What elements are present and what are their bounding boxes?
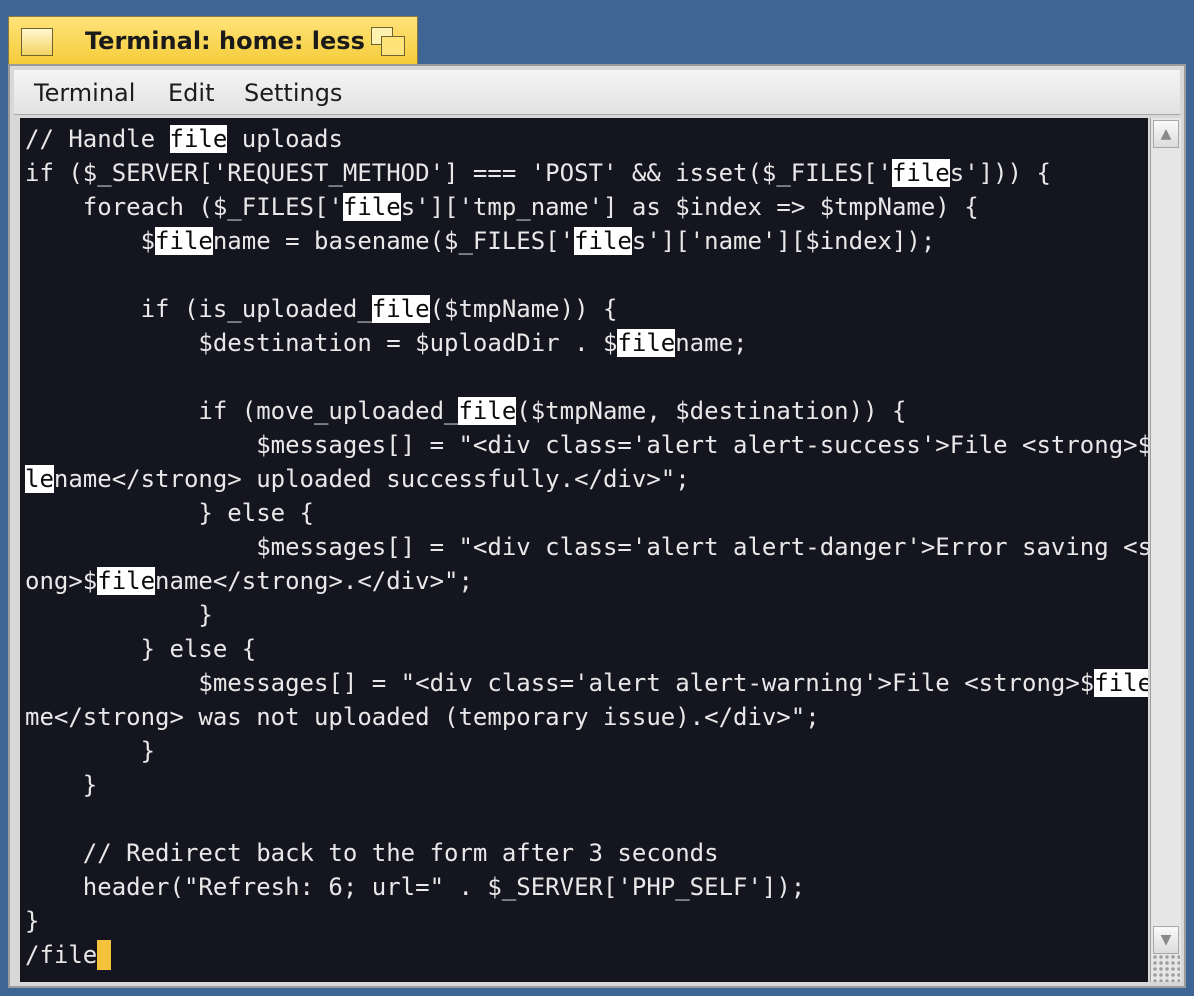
terminal-line: lename</strong> uploaded successfully.</…	[25, 462, 690, 496]
terminal-text: header("Refresh: 6; url=" . $_SERVER['PH…	[25, 873, 806, 901]
terminal-text: if ($_SERVER['REQUEST_METHOD'] === 'POST…	[25, 159, 892, 187]
terminal-text: } else {	[25, 499, 314, 527]
search-match-highlight: file	[155, 227, 213, 255]
terminal-line: me</strong> was not uploaded (temporary …	[25, 700, 820, 734]
zoom-box-icon[interactable]	[371, 27, 407, 57]
terminal-line: } else {	[25, 632, 257, 666]
terminal-line: // Redirect back to the form after 3 sec…	[25, 836, 719, 870]
terminal-text: $messages[] = "<div class='alert alert-s…	[25, 431, 1148, 459]
terminal-text: // Redirect back to the form after 3 sec…	[25, 839, 719, 867]
search-match-highlight: file	[97, 567, 156, 595]
terminal-text: // Handle	[25, 125, 170, 153]
search-prompt: /file	[25, 941, 98, 969]
search-match-highlight: file	[617, 329, 676, 357]
menu-edit[interactable]: Edit	[168, 79, 214, 107]
terminal-line: }	[25, 768, 97, 802]
vertical-scrollbar[interactable]: ▲ ▼	[1150, 118, 1181, 982]
terminal-line: $messages[] = "<div class='alert alert-d…	[25, 530, 1148, 564]
menu-settings[interactable]: Settings	[244, 79, 342, 107]
terminal-text: }	[25, 907, 40, 935]
menu-terminal[interactable]: Terminal	[34, 79, 135, 107]
terminal-text: $	[25, 227, 156, 255]
terminal-text: s'])) {	[949, 159, 1051, 187]
scroll-up-arrow-icon[interactable]: ▲	[1153, 120, 1179, 148]
terminal-line: $destination = $uploadDir . $filename;	[25, 326, 747, 360]
search-match-highlight: file	[1094, 669, 1148, 697]
terminal-text: }	[25, 771, 98, 799]
terminal-line: $filename = basename($_FILES['files']['n…	[25, 224, 935, 258]
terminal-text: name = basename($_FILES['	[212, 227, 575, 255]
terminal-line: header("Refresh: 6; url=" . $_SERVER['PH…	[25, 870, 805, 904]
terminal-line: if (is_uploaded_file($tmpName)) {	[25, 292, 617, 326]
terminal-text: ong>$	[25, 567, 98, 595]
terminal-text: if (move_uploaded_	[25, 397, 459, 425]
window-tab[interactable]: Terminal: home: less	[8, 16, 418, 64]
terminal-line: foreach ($_FILES['files']['tmp_name'] as…	[25, 190, 979, 224]
terminal-text: uploads	[227, 125, 343, 153]
menu-bar: Terminal Edit Settings	[14, 70, 1180, 115]
terminal-line: }	[25, 734, 155, 768]
terminal-line: // Handle file uploads	[25, 122, 343, 156]
terminal-line: $messages[] = "<div class='alert alert-w…	[25, 666, 1148, 700]
resize-grip-icon[interactable]	[1152, 954, 1180, 982]
terminal-text: ($tmpName, $destination)) {	[516, 397, 907, 425]
terminal-text: ($tmpName)) {	[429, 295, 618, 323]
search-prompt-line[interactable]: /file	[25, 938, 112, 972]
terminal-text: $messages[] = "<div class='alert alert-d…	[25, 533, 1148, 561]
terminal-line: $messages[] = "<div class='alert alert-s…	[25, 428, 1148, 462]
terminal-text: }	[25, 737, 156, 765]
terminal-text: $messages[] = "<div class='alert alert-w…	[25, 669, 1095, 697]
terminal-output[interactable]: // Handle file uploads if ($_SERVER['REQU…	[20, 118, 1148, 982]
terminal-window: Terminal Edit Settings // Handle file up…	[8, 64, 1186, 988]
search-match-highlight: file	[342, 193, 401, 221]
terminal-line: if (move_uploaded_file($tmpName, $destin…	[25, 394, 906, 428]
terminal-text: } else {	[25, 635, 257, 663]
terminal-line: } else {	[25, 496, 314, 530]
terminal-text: foreach ($_FILES['	[25, 193, 343, 221]
text-cursor	[97, 940, 112, 970]
search-match-highlight: file	[458, 397, 517, 425]
terminal-line: if ($_SERVER['REQUEST_METHOD'] === 'POST…	[25, 156, 1051, 190]
terminal-text: s']['name'][$index]);	[631, 227, 936, 255]
terminal-text: if (is_uploaded_	[25, 295, 372, 323]
terminal-text: $destination = $uploadDir . $	[25, 329, 618, 357]
search-match-highlight: file	[169, 125, 228, 153]
terminal-line: ong>$filename</strong>.</div>";	[25, 564, 473, 598]
search-match-highlight: file	[574, 227, 632, 255]
search-match-highlight: le	[25, 465, 54, 493]
scroll-down-arrow-icon[interactable]: ▼	[1153, 926, 1179, 954]
search-match-highlight: file	[891, 159, 950, 187]
terminal-line: }	[25, 904, 39, 938]
terminal-text: s']['tmp_name'] as $index => $tmpName) {	[400, 193, 979, 221]
search-match-highlight: file	[371, 295, 430, 323]
close-box-icon[interactable]	[21, 28, 53, 56]
terminal-text: me</strong> was not uploaded (temporary …	[25, 703, 820, 731]
terminal-text: name;	[675, 329, 748, 357]
terminal-text: name</strong>.</div>";	[155, 567, 473, 595]
terminal-line: }	[25, 598, 213, 632]
terminal-text: name</strong> uploaded successfully.</di…	[53, 465, 690, 493]
window-title: Terminal: home: less	[85, 27, 365, 55]
terminal-text: }	[25, 601, 213, 629]
